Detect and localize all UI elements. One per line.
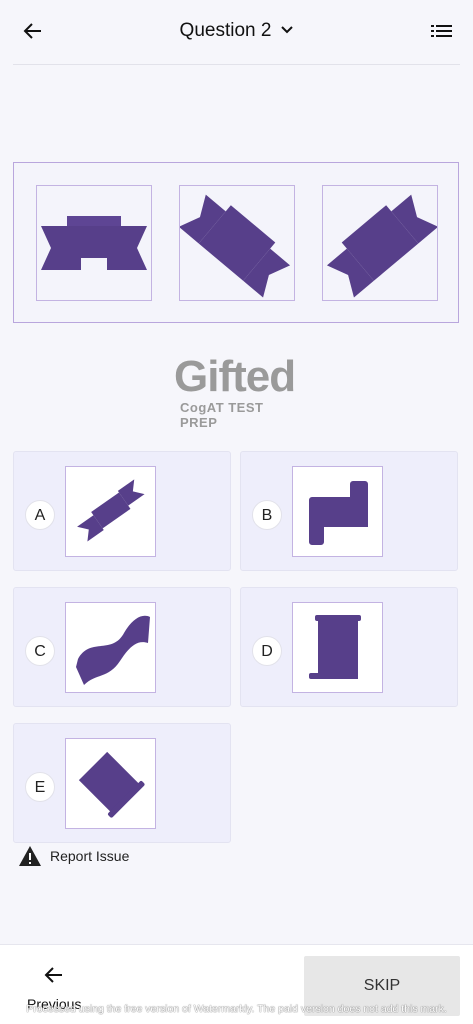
header-bar: Question 2 (0, 0, 473, 65)
answer-letter: D (252, 636, 282, 666)
answer-option-b[interactable]: B (240, 451, 458, 571)
answer-option-d[interactable]: D (240, 587, 458, 707)
question-figure-box (13, 162, 459, 323)
question-figure-2 (179, 185, 295, 301)
answer-figure-a (65, 466, 156, 557)
answer-letter: C (25, 636, 55, 666)
warning-icon (18, 845, 42, 867)
answer-figure-c (65, 602, 156, 693)
question-figure-3 (322, 185, 438, 301)
answer-figure-e (65, 738, 156, 829)
answer-letter: A (25, 500, 55, 530)
footer-bar: Previous SKIP Processed using the free v… (0, 944, 473, 1024)
answer-option-e[interactable]: E (13, 723, 231, 843)
logo-word: Gifted (174, 352, 296, 401)
question-selector[interactable]: Question 2 (0, 20, 473, 42)
answer-figure-b (292, 466, 383, 557)
report-issue-label: Report Issue (50, 848, 130, 864)
previous-arrow-icon[interactable] (43, 965, 65, 985)
answer-option-a[interactable]: A (13, 451, 231, 571)
answer-option-c[interactable]: C (13, 587, 231, 707)
question-figure-1 (36, 185, 152, 301)
page-title: Question 2 (179, 20, 272, 41)
logo-tagline: CogAT TEST PREP (180, 400, 264, 430)
list-icon[interactable] (431, 22, 453, 40)
answer-letter: B (252, 500, 282, 530)
header-divider (13, 64, 460, 65)
gifted-logo: Gifted CogAT TEST PREP (170, 352, 300, 430)
answer-letter: E (25, 772, 55, 802)
answer-figure-d (292, 602, 383, 693)
watermark-text: Processed using the free version of Wate… (26, 1003, 447, 1015)
chevron-down-icon (281, 26, 294, 34)
